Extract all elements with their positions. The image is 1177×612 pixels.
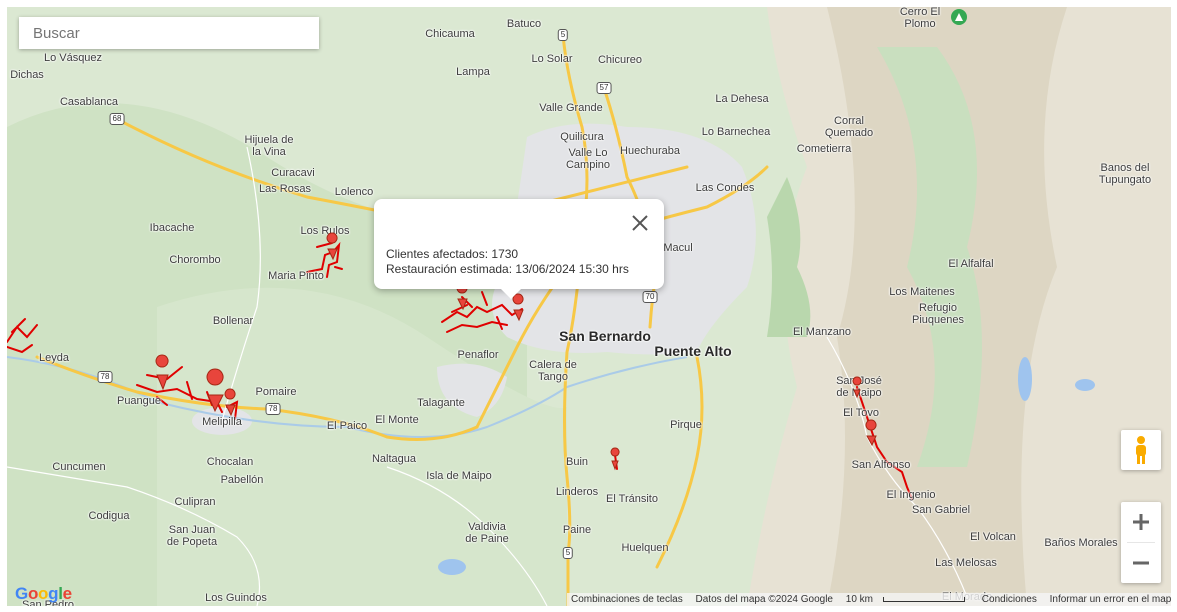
- plus-icon: [1133, 514, 1149, 530]
- map-marker[interactable]: [206, 368, 224, 413]
- keyboard-shortcuts-link[interactable]: Combinaciones de teclas: [571, 594, 683, 605]
- report-error-link[interactable]: Informar un error en el mapa: [1050, 594, 1171, 605]
- outage-info-window: Clientes afectados: 1730 Restauración es…: [374, 199, 664, 299]
- street-view-button[interactable]: [1121, 430, 1161, 470]
- zoom-control: [1121, 502, 1161, 583]
- map-marker[interactable]: [852, 376, 862, 399]
- estimated-restoration-text: Restauración estimada: 13/06/2024 15:30 …: [386, 262, 629, 276]
- map-data-attribution: Datos del mapa ©2024 Google: [695, 594, 833, 605]
- marker-layer: [155, 9, 967, 471]
- google-logo[interactable]: Google: [15, 584, 72, 604]
- map-marker[interactable]: [326, 232, 338, 261]
- zoom-in-button[interactable]: [1121, 502, 1161, 542]
- scale-bar: [883, 596, 965, 602]
- affected-clients-text: Clientes afectados: 1730: [386, 247, 519, 261]
- scale-label[interactable]: 10 km: [846, 594, 873, 605]
- landmark-icon: [951, 9, 967, 25]
- map-canvas[interactable]: Chicauma Batuco Cerro El Plomo Dichas Lo Vás…: [7, 7, 1171, 606]
- map-footer: Combinaciones de teclas Datos del mapa ©…: [567, 593, 1171, 606]
- close-icon[interactable]: [628, 211, 652, 235]
- zoom-out-button[interactable]: [1121, 543, 1161, 583]
- search-input[interactable]: [19, 17, 319, 49]
- minus-icon: [1133, 561, 1149, 565]
- map-marker[interactable]: [610, 447, 620, 471]
- pegman-icon: [1136, 436, 1146, 464]
- map-marker[interactable]: [224, 388, 236, 417]
- terms-link[interactable]: Condiciones: [982, 594, 1037, 605]
- map-marker[interactable]: [865, 419, 877, 447]
- map-marker[interactable]: [155, 354, 169, 391]
